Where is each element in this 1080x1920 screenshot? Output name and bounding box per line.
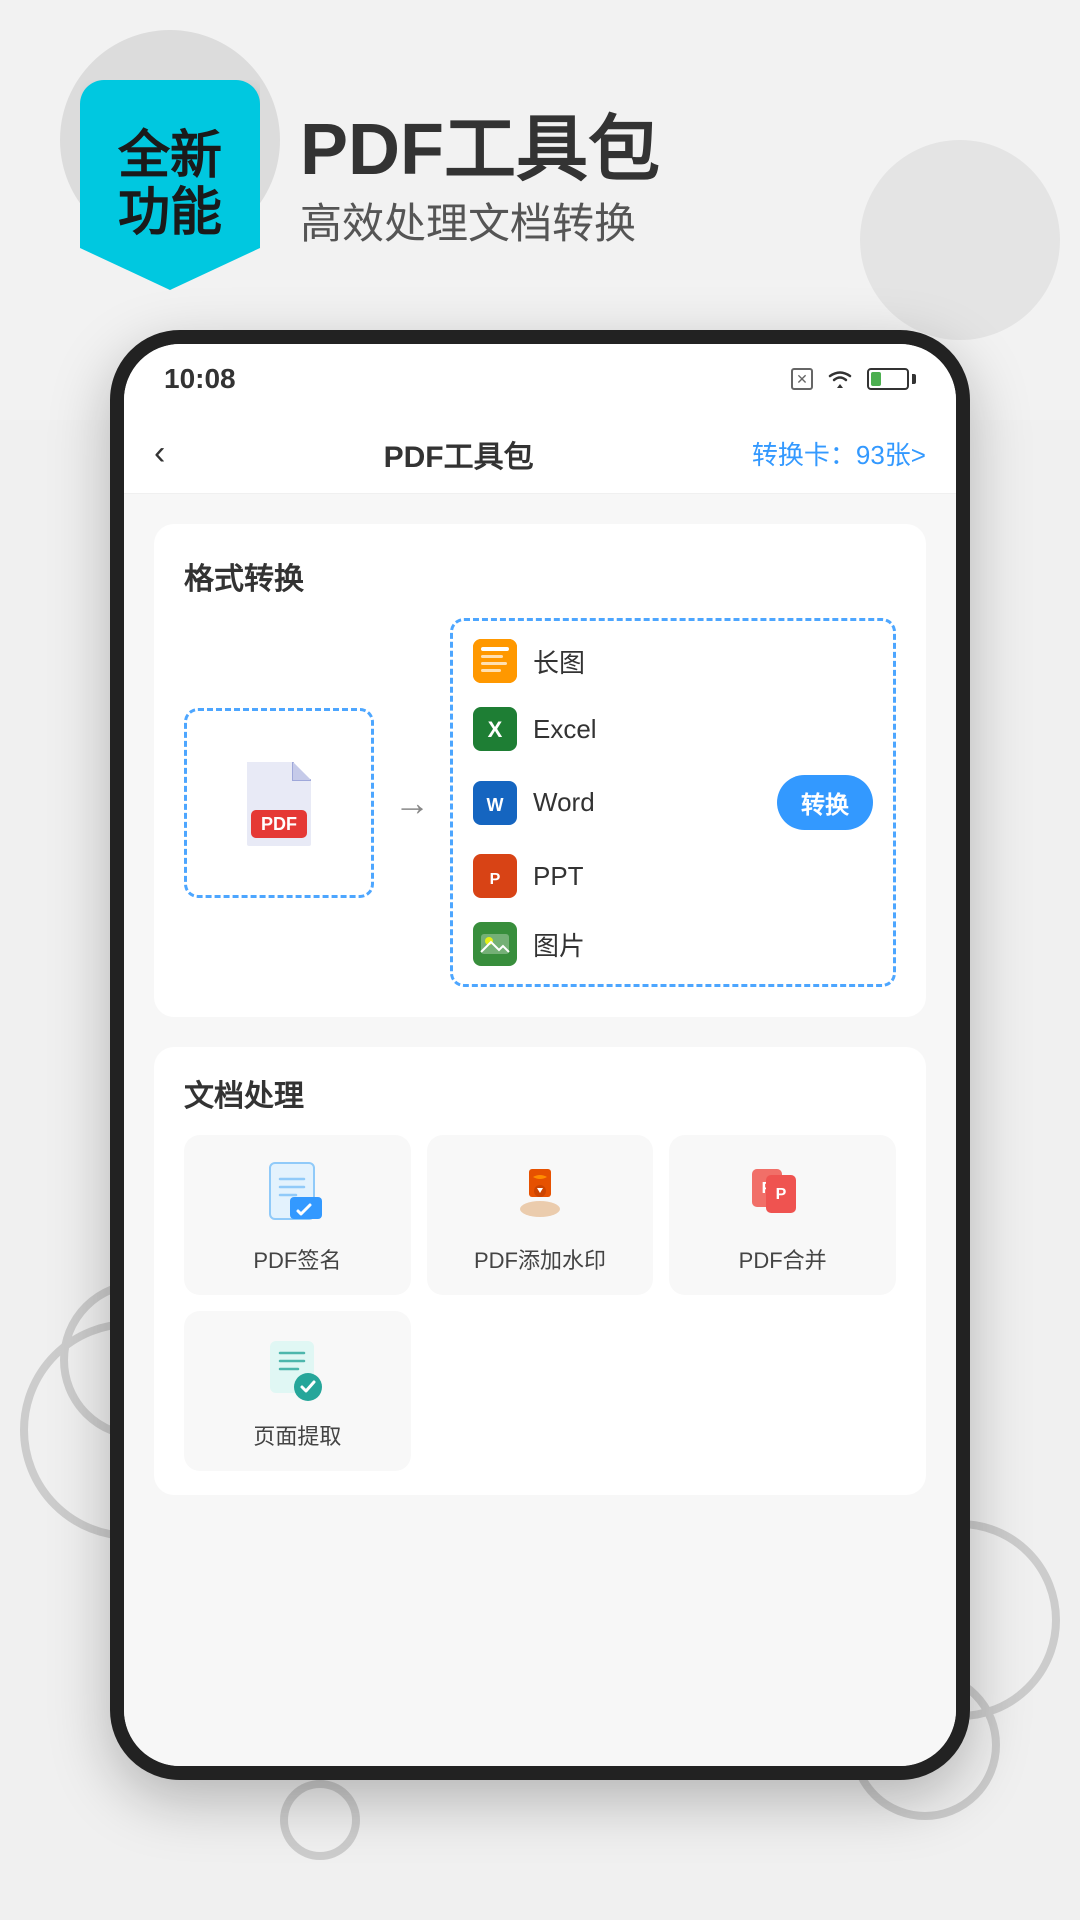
ppt-svg: P — [473, 854, 517, 898]
back-button[interactable]: ‹ — [154, 434, 165, 473]
format-section-title: 格式转换 — [184, 554, 896, 598]
changtu-label: 长图 — [533, 643, 873, 680]
changtu-svg — [473, 639, 517, 683]
battery-icon — [867, 368, 916, 390]
doc-item-extract[interactable]: 页面提取 — [184, 1311, 411, 1471]
status-time: 10:08 — [164, 363, 236, 395]
conversion-area: PDF → — [184, 618, 896, 987]
target-formats-box: 长图 X Excel — [450, 618, 896, 987]
merge-icon: P P — [748, 1159, 818, 1229]
doc-processing-section: 文档处理 PDF签名 — [154, 1047, 926, 1495]
img-icon — [473, 922, 517, 966]
bg-circle-top-right — [860, 140, 1060, 340]
doc-item-sign[interactable]: PDF签名 — [184, 1135, 411, 1295]
pdf-source-box[interactable]: PDF — [184, 708, 374, 898]
badge-line2: 功能 — [118, 185, 222, 242]
watermark-icon — [505, 1159, 575, 1229]
ppt-icon: P — [473, 854, 517, 898]
status-icons: ✕ — [791, 368, 916, 390]
format-item-excel[interactable]: X Excel — [473, 699, 873, 759]
page-main-title: PDF工具包 — [300, 90, 660, 195]
excel-label: Excel — [533, 714, 873, 745]
changtu-icon — [473, 639, 517, 683]
main-content: 格式转换 PDF — [124, 494, 956, 1766]
excel-svg: X — [473, 707, 517, 751]
page-subtitle: 高效处理文档转换 — [300, 190, 636, 251]
doc-section-title: 文档处理 — [184, 1071, 896, 1115]
doc-item-watermark[interactable]: PDF添加水印 — [427, 1135, 654, 1295]
excel-icon: X — [473, 707, 517, 751]
wifi-icon — [825, 368, 855, 390]
deco-circle-7 — [280, 1780, 360, 1860]
app-header-title: PDF工具包 — [384, 432, 534, 476]
format-item-ppt[interactable]: P PPT — [473, 846, 873, 906]
svg-text:PDF: PDF — [261, 814, 297, 834]
ppt-label: PPT — [533, 861, 873, 892]
doc-items-grid-2: 页面提取 — [184, 1311, 896, 1471]
svg-text:P: P — [775, 1186, 786, 1203]
convert-button[interactable]: 转换 — [777, 775, 873, 830]
word-icon: W — [473, 781, 517, 825]
format-item-changtu[interactable]: 长图 — [473, 631, 873, 691]
extract-icon — [262, 1335, 332, 1405]
conversion-arrow: → — [394, 782, 430, 824]
phone-mockup: 10:08 ✕ ‹ PDF工具包 转换卡：93张> 格式转换 — [110, 330, 970, 1780]
x-status-icon: ✕ — [791, 368, 813, 390]
doc-items-grid: PDF签名 PDF添加水印 — [184, 1135, 896, 1295]
pdf-file-icon-wrapper: PDF — [239, 758, 319, 848]
format-item-img[interactable]: 图片 — [473, 914, 873, 974]
format-conversion-section: 格式转换 PDF — [154, 524, 926, 1017]
app-header: ‹ PDF工具包 转换卡：93张> — [124, 414, 956, 494]
new-feature-badge: 全新 功能 — [80, 80, 260, 290]
svg-text:X: X — [488, 717, 503, 742]
format-item-word[interactable]: W Word 转换 — [473, 767, 873, 838]
merge-label: PDF合并 — [739, 1243, 827, 1275]
word-svg: W — [473, 781, 517, 825]
pdf-file-icon: PDF — [239, 758, 319, 848]
img-label: 图片 — [533, 926, 873, 963]
status-bar: 10:08 ✕ — [124, 344, 956, 414]
svg-text:W: W — [487, 795, 504, 815]
sign-icon — [262, 1159, 332, 1229]
svg-text:P: P — [490, 871, 501, 888]
watermark-label: PDF添加水印 — [474, 1243, 606, 1275]
sign-label: PDF签名 — [253, 1243, 341, 1275]
word-label: Word — [533, 787, 761, 818]
img-svg — [473, 922, 517, 966]
badge-line1: 全新 — [118, 128, 222, 185]
extract-label: 页面提取 — [253, 1419, 341, 1451]
conversion-card-label[interactable]: 转换卡：93张> — [752, 435, 926, 472]
doc-item-merge[interactable]: P P PDF合并 — [669, 1135, 896, 1295]
